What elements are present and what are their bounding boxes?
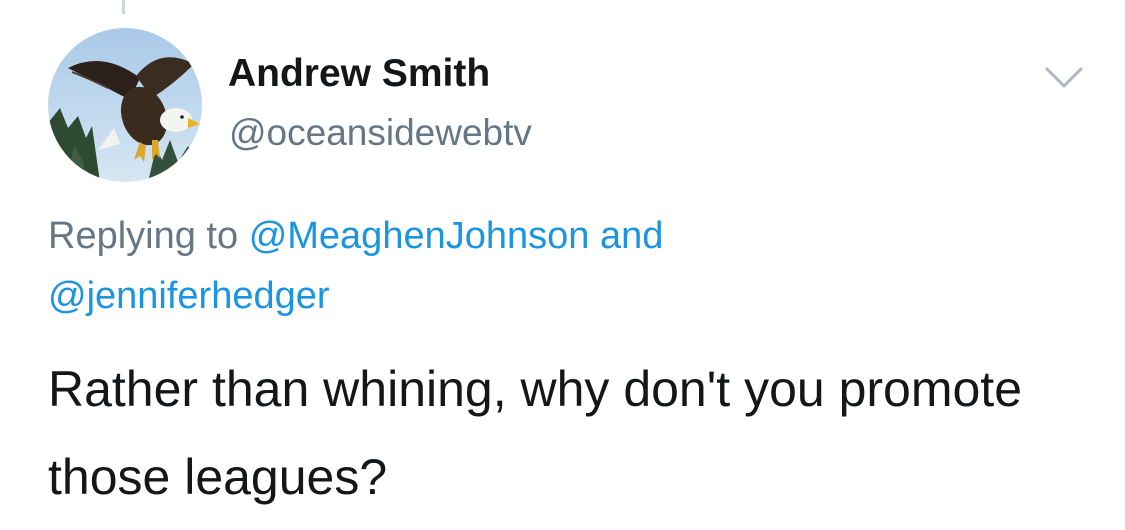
bald-eagle-avatar-icon [48, 28, 202, 182]
tweet-menu-button[interactable] [1042, 62, 1086, 92]
mention-link[interactable]: @jenniferhedger [48, 275, 330, 317]
author-handle[interactable]: @oceansidewebtv [229, 112, 532, 154]
mention-link[interactable]: @MeaghenJohnson [249, 215, 590, 257]
author-display-name[interactable]: Andrew Smith [228, 52, 490, 96]
chevron-down-icon [1045, 67, 1083, 88]
replying-to-line: Replying to @MeaghenJohnson and @jennife… [48, 206, 1078, 326]
avatar[interactable] [48, 28, 202, 182]
tweet-text: Rather than whining, why don't you promo… [48, 361, 1022, 505]
thread-connector-line [122, 0, 125, 14]
mention-conjunction: and [599, 215, 664, 257]
replying-to-label: Replying to [48, 215, 239, 257]
